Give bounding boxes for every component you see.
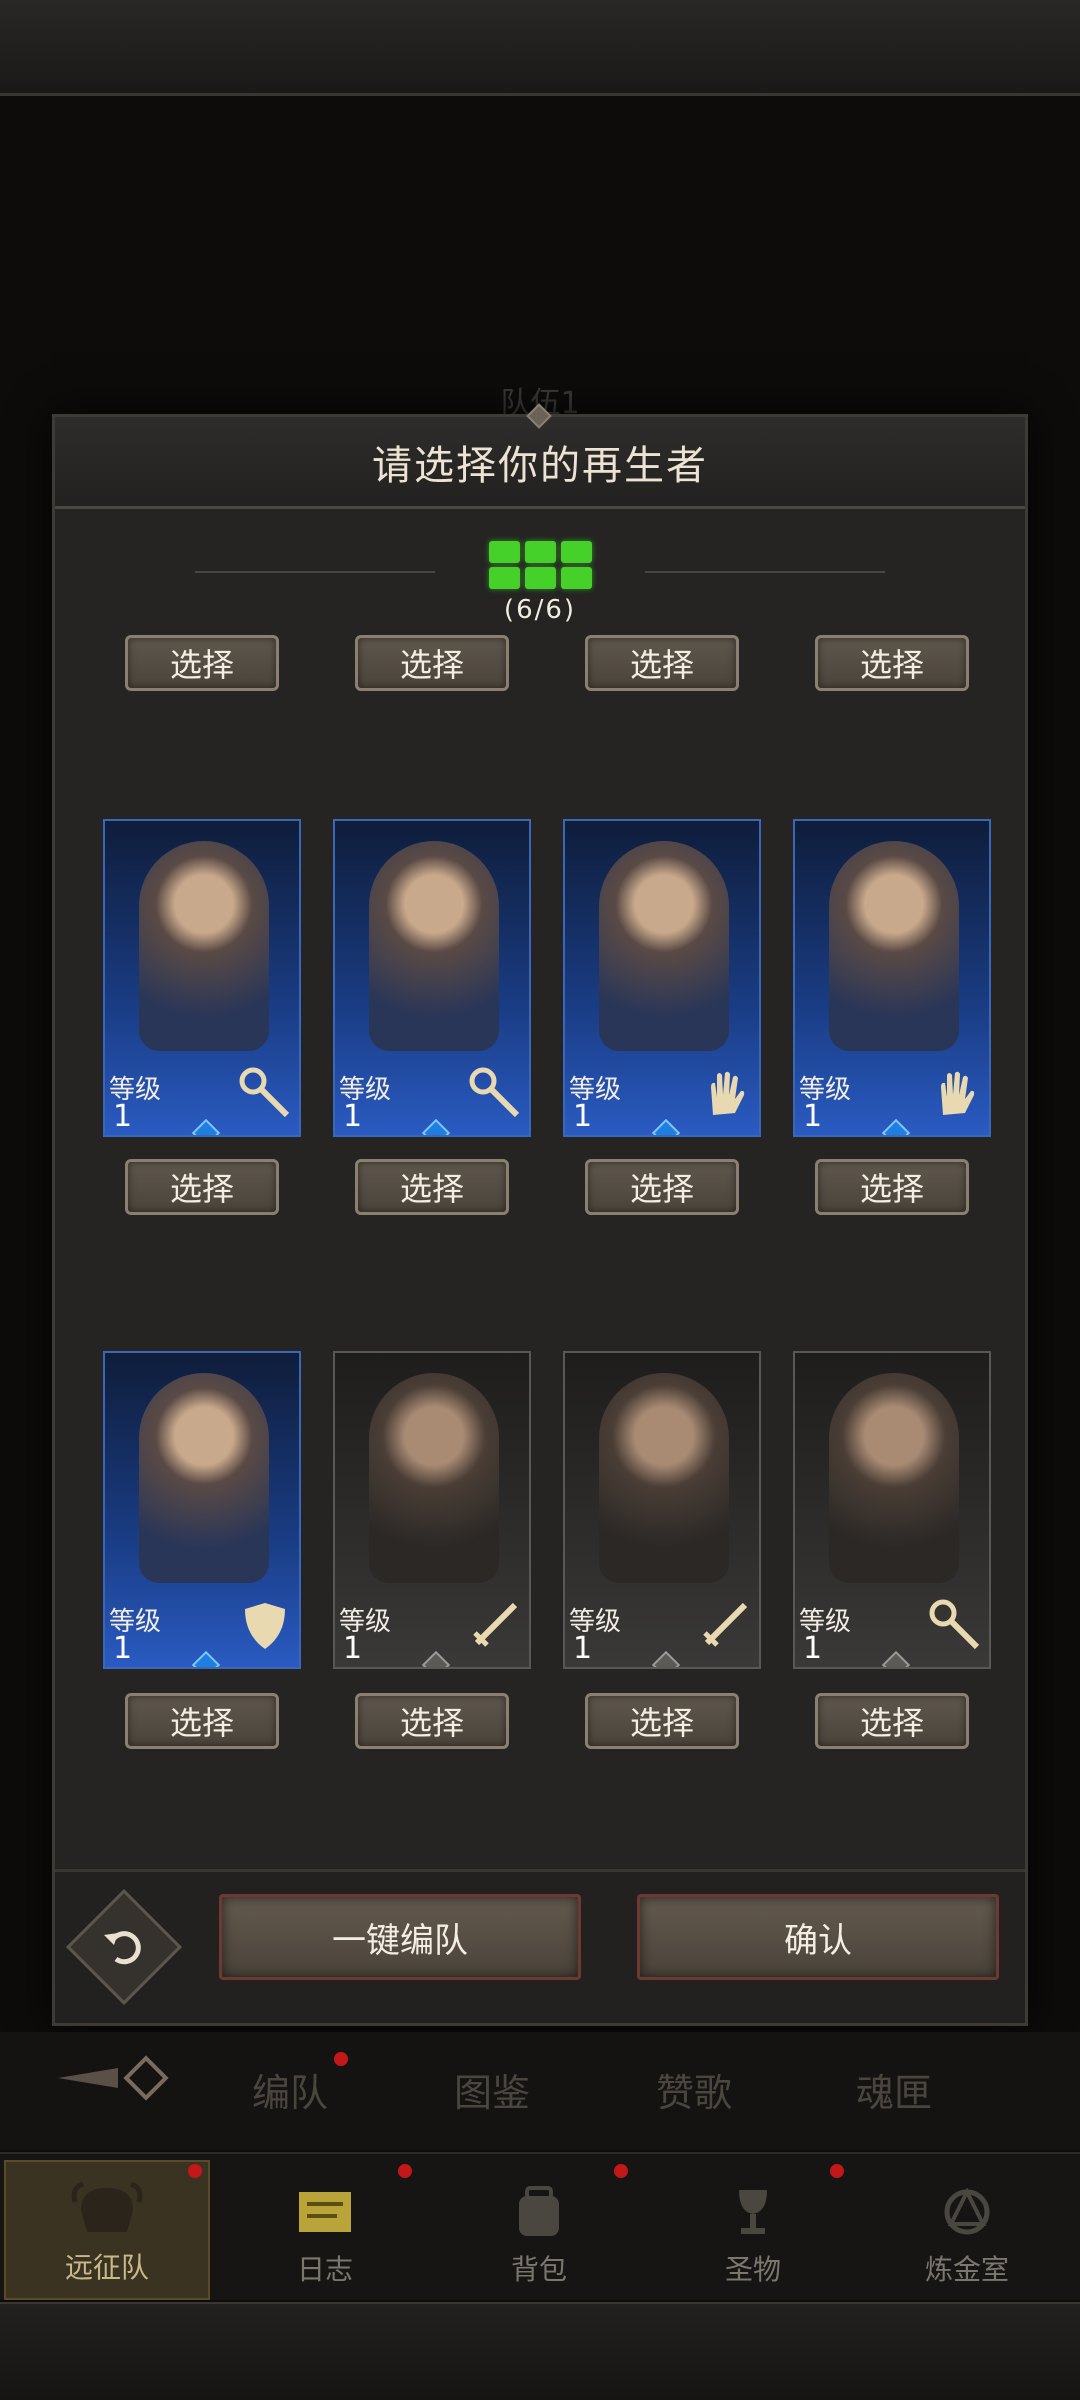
staff-icon bbox=[469, 1067, 520, 1118]
character-card[interactable]: 等级 1 bbox=[563, 819, 761, 1137]
notification-badge bbox=[830, 2164, 844, 2178]
alchemy-icon bbox=[944, 2187, 990, 2235]
dialog-footer: 一键编队 确认 bbox=[55, 1869, 1025, 2023]
tab-formation[interactable]: 编队 bbox=[252, 2062, 328, 2117]
select-button[interactable]: 选择 bbox=[125, 1693, 279, 1749]
character-portrait bbox=[369, 841, 499, 1051]
selection-progress: (6/6) bbox=[55, 541, 1025, 625]
select-button[interactable]: 选择 bbox=[815, 1159, 969, 1215]
level-value: 1 bbox=[573, 1099, 593, 1134]
character-portrait bbox=[369, 1373, 499, 1583]
level-value: 1 bbox=[113, 1099, 133, 1134]
shield-icon bbox=[245, 1603, 285, 1649]
level-value: 1 bbox=[573, 1631, 593, 1666]
progress-count: (6/6) bbox=[503, 595, 577, 625]
level-value: 1 bbox=[343, 1099, 363, 1134]
nav-label: 炼金室 bbox=[924, 2253, 1009, 2286]
select-button[interactable]: 选择 bbox=[355, 1693, 509, 1749]
select-button[interactable]: 选择 bbox=[815, 1693, 969, 1749]
nav-label: 圣物 bbox=[724, 2253, 781, 2286]
nav-alchemy[interactable]: 炼金室 bbox=[864, 2160, 1070, 2300]
nav-label: 远征队 bbox=[64, 2251, 149, 2284]
select-button[interactable]: 选择 bbox=[585, 635, 739, 691]
select-button[interactable]: 选择 bbox=[585, 1693, 739, 1749]
back-arrow-icon[interactable] bbox=[48, 2050, 188, 2106]
hand-icon bbox=[711, 1071, 745, 1115]
select-button[interactable]: 选择 bbox=[815, 635, 969, 691]
notification-badge bbox=[398, 2164, 412, 2178]
rarity-gem bbox=[881, 1650, 911, 1667]
character-card[interactable]: 等级 1 bbox=[103, 819, 301, 1137]
select-button[interactable]: 选择 bbox=[125, 635, 279, 691]
tab-strip: 编队 图鉴 赞歌 魂匣 bbox=[0, 2032, 1080, 2150]
select-button[interactable]: 选择 bbox=[355, 635, 509, 691]
staff-icon bbox=[929, 1599, 980, 1650]
rarity-gem bbox=[191, 1650, 221, 1667]
rarity-gem bbox=[651, 1118, 681, 1135]
dialog-header: 请选择你的再生者 bbox=[55, 403, 1025, 509]
progress-divider-left bbox=[195, 571, 435, 573]
nav-relics[interactable]: 圣物 bbox=[650, 2160, 856, 2300]
tab-codex[interactable]: 图鉴 bbox=[454, 2062, 530, 2117]
character-card[interactable]: 等级 1 bbox=[333, 819, 531, 1137]
select-button[interactable]: 选择 bbox=[585, 1159, 739, 1215]
level-value: 1 bbox=[803, 1631, 823, 1666]
notification-badge bbox=[334, 2052, 348, 2066]
character-portrait bbox=[139, 841, 269, 1051]
bottom-navigation: 远征队 日志 背包 圣物 炼金室 bbox=[0, 2152, 1080, 2300]
level-value: 1 bbox=[113, 1631, 133, 1666]
character-card[interactable]: 等级 1 bbox=[793, 819, 991, 1137]
staff-icon bbox=[239, 1067, 290, 1118]
nav-label: 日志 bbox=[296, 2253, 353, 2286]
scroll-icon bbox=[299, 2192, 351, 2232]
select-button[interactable]: 选择 bbox=[125, 1159, 279, 1215]
rarity-gem bbox=[651, 1650, 681, 1667]
nav-journal[interactable]: 日志 bbox=[222, 2160, 428, 2300]
character-portrait bbox=[139, 1373, 269, 1583]
progress-divider-right bbox=[645, 571, 885, 573]
confirm-button[interactable]: 确认 bbox=[637, 1894, 999, 1980]
level-value: 1 bbox=[343, 1631, 363, 1666]
nav-backpack[interactable]: 背包 bbox=[436, 2160, 642, 2300]
helmet-icon bbox=[71, 2181, 143, 2232]
character-card[interactable]: 等级 1 bbox=[793, 1351, 991, 1669]
reset-button[interactable] bbox=[66, 1889, 182, 2005]
rarity-gem bbox=[881, 1118, 911, 1135]
rarity-gem bbox=[191, 1118, 221, 1135]
auto-team-button[interactable]: 一键编队 bbox=[219, 1894, 581, 1980]
dialog-title: 请选择你的再生者 bbox=[372, 442, 708, 489]
progress-blocks-icon bbox=[488, 541, 592, 589]
select-character-dialog: 请选择你的再生者 (6/6) 选择 选择 选择 选择 等级 1 等级 1 等级 … bbox=[52, 403, 1028, 2026]
character-card[interactable]: 等级 1 bbox=[563, 1351, 761, 1669]
nav-label: 背包 bbox=[510, 2253, 567, 2286]
level-value: 1 bbox=[803, 1099, 823, 1134]
character-portrait bbox=[829, 1373, 959, 1583]
top-banner bbox=[0, 0, 1080, 96]
chalice-icon bbox=[739, 2190, 767, 2234]
sword-icon bbox=[473, 1602, 518, 1647]
tab-soul-box[interactable]: 魂匣 bbox=[856, 2062, 932, 2117]
tab-hymn[interactable]: 赞歌 bbox=[656, 2062, 732, 2117]
character-portrait bbox=[829, 841, 959, 1051]
select-button[interactable]: 选择 bbox=[355, 1159, 509, 1215]
nav-expedition[interactable]: 远征队 bbox=[4, 2160, 210, 2300]
character-card[interactable]: 等级 1 bbox=[103, 1351, 301, 1669]
character-portrait bbox=[599, 841, 729, 1051]
hand-icon bbox=[941, 1071, 975, 1115]
character-card[interactable]: 等级 1 bbox=[333, 1351, 531, 1669]
notification-badge bbox=[614, 2164, 628, 2178]
bottom-bar bbox=[0, 2302, 1080, 2400]
rarity-gem bbox=[421, 1650, 451, 1667]
sword-icon bbox=[703, 1602, 748, 1647]
rarity-gem bbox=[421, 1118, 451, 1135]
backpack-icon bbox=[519, 2186, 559, 2236]
character-portrait bbox=[599, 1373, 729, 1583]
notification-badge bbox=[188, 2164, 202, 2178]
undo-icon bbox=[104, 1931, 141, 1965]
